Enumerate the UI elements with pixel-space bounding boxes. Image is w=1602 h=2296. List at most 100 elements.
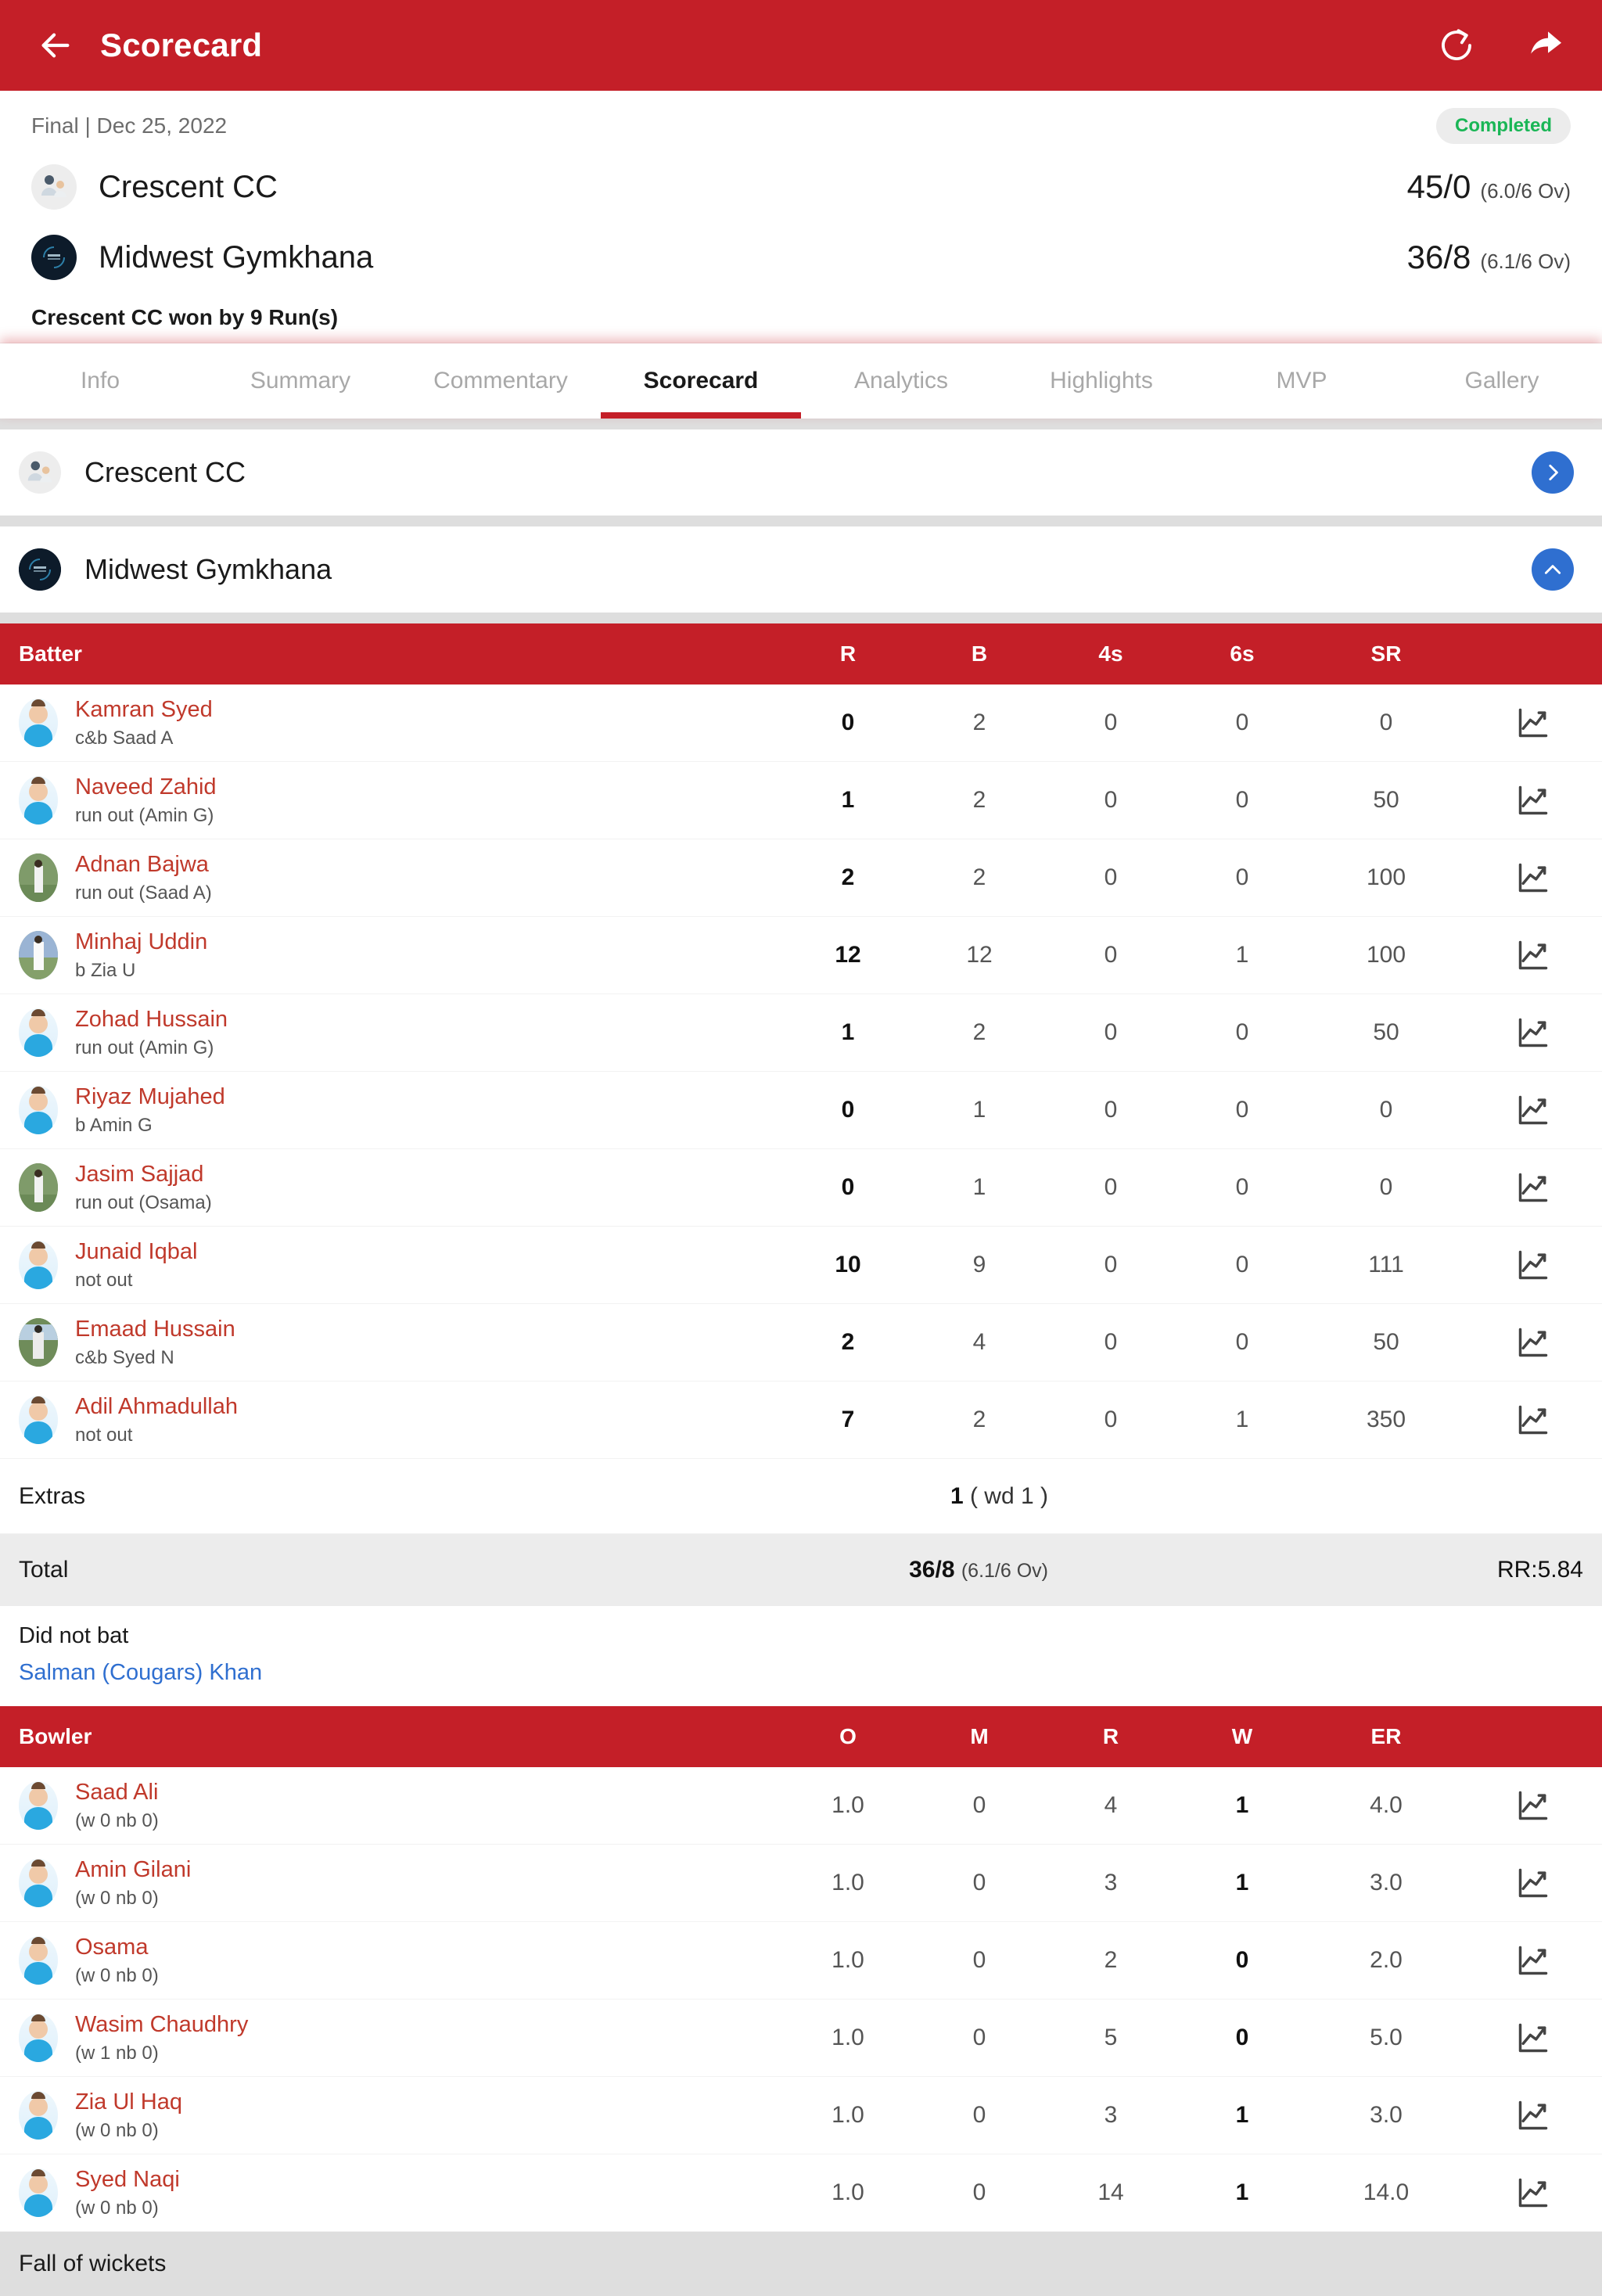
player-chart-button[interactable] <box>1464 1015 1602 1050</box>
batter-cell[interactable]: Naveed Zahid run out (Amin G) <box>0 774 782 827</box>
column-header-balls: B <box>971 641 988 666</box>
player-avatar-icon <box>19 699 58 747</box>
chevron-up-icon[interactable] <box>1532 548 1574 591</box>
batter-cell[interactable]: Minhaj Uddin b Zia U <box>0 929 782 982</box>
tab-highlights[interactable]: Highlights <box>1001 343 1202 419</box>
player-name[interactable]: Emaad Hussain <box>75 1317 235 1342</box>
overs-value: 1.0 <box>832 1947 864 1973</box>
player-name[interactable]: Adil Ahmadullah <box>75 1394 238 1419</box>
bowler-info: Zia Ul Haq (w 0 nb 0) <box>75 2089 182 2142</box>
player-name[interactable]: Zohad Hussain <box>75 1007 228 1032</box>
player-chart-button[interactable] <box>1464 2021 1602 2055</box>
batter-cell[interactable]: Adnan Bajwa run out (Saad A) <box>0 852 782 904</box>
tab-summary[interactable]: Summary <box>200 343 400 419</box>
player-name[interactable]: Naveed Zahid <box>75 774 217 799</box>
tab-bar: Info Summary Commentary Scorecard Analyt… <box>0 343 1602 419</box>
table-row[interactable]: Naveed Zahid run out (Amin G) 1 2 0 0 50 <box>0 762 1602 839</box>
player-name[interactable]: Minhaj Uddin <box>75 929 207 954</box>
runs-value: 3 <box>1104 1870 1118 1895</box>
table-row[interactable]: Kamran Syed c&b Saad A 0 2 0 0 0 <box>0 684 1602 762</box>
tab-mvp[interactable]: MVP <box>1202 343 1402 419</box>
table-row[interactable]: Amin Gilani (w 0 nb 0) 1.0 0 3 1 3.0 <box>0 1845 1602 1922</box>
table-row[interactable]: Wasim Chaudhry (w 1 nb 0) 1.0 0 5 0 5.0 <box>0 2000 1602 2077</box>
tab-scorecard[interactable]: Scorecard <box>601 343 801 419</box>
total-label: Total <box>19 1557 69 1583</box>
player-chart-button[interactable] <box>1464 2176 1602 2210</box>
did-not-bat-label: Did not bat <box>19 1623 129 1648</box>
table-row[interactable]: Osama (w 0 nb 0) 1.0 0 2 0 2.0 <box>0 1922 1602 2000</box>
bowler-cell[interactable]: Zia Ul Haq (w 0 nb 0) <box>0 2089 782 2142</box>
table-row[interactable]: Zohad Hussain run out (Amin G) 1 2 0 0 5… <box>0 994 1602 1072</box>
table-row[interactable]: Saad Ali (w 0 nb 0) 1.0 0 4 1 4.0 <box>0 1767 1602 1845</box>
player-name[interactable]: Wasim Chaudhry <box>75 2012 248 2037</box>
table-row[interactable]: Syed Naqi (w 0 nb 0) 1.0 0 14 1 14.0 <box>0 2154 1602 2232</box>
fours-value: 0 <box>1104 1329 1118 1355</box>
player-name[interactable]: Osama <box>75 1935 148 1960</box>
player-chart-button[interactable] <box>1464 861 1602 895</box>
player-chart-button[interactable] <box>1464 1325 1602 1360</box>
dismissal-text: run out (Amin G) <box>75 804 214 826</box>
player-chart-button[interactable] <box>1464 706 1602 740</box>
player-chart-button[interactable] <box>1464 1943 1602 1978</box>
player-name[interactable]: Kamran Syed <box>75 697 213 722</box>
innings-accordion-crescent[interactable]: Crescent CC <box>0 429 1602 516</box>
bowler-cell[interactable]: Amin Gilani (w 0 nb 0) <box>0 1857 782 1910</box>
batter-cell[interactable]: Kamran Syed c&b Saad A <box>0 697 782 749</box>
sixes-value: 0 <box>1235 1019 1249 1045</box>
share-icon[interactable] <box>1527 27 1564 64</box>
innings-accordion-midwest[interactable]: Midwest Gymkhana <box>0 526 1602 613</box>
refresh-icon[interactable] <box>1438 27 1475 64</box>
fall-of-wickets-section[interactable]: Fall of wickets <box>0 2232 1602 2296</box>
player-chart-button[interactable] <box>1464 1788 1602 1823</box>
table-row[interactable]: Adil Ahmadullah not out 7 2 0 1 350 <box>0 1382 1602 1459</box>
fours-value: 0 <box>1104 942 1118 968</box>
tab-gallery[interactable]: Gallery <box>1402 343 1602 419</box>
player-chart-button[interactable] <box>1464 783 1602 817</box>
player-name[interactable]: Adnan Bajwa <box>75 852 209 877</box>
table-row[interactable]: Adnan Bajwa run out (Saad A) 2 2 0 0 100 <box>0 839 1602 917</box>
batter-cell[interactable]: Jasim Sajjad run out (Osama) <box>0 1162 782 1214</box>
bowler-cell[interactable]: Syed Naqi (w 0 nb 0) <box>0 2167 782 2219</box>
balls-value: 2 <box>972 1407 986 1432</box>
runs-value: 3 <box>1104 2102 1118 2128</box>
did-not-bat-players[interactable]: Salman (Cougars) Khan <box>19 1660 1583 1686</box>
player-chart-button[interactable] <box>1464 1093 1602 1127</box>
table-row[interactable]: Emaad Hussain c&b Syed N 2 4 0 0 50 <box>0 1304 1602 1382</box>
player-chart-button[interactable] <box>1464 938 1602 972</box>
player-name[interactable]: Saad Ali <box>75 1780 158 1805</box>
player-name[interactable]: Jasim Sajjad <box>75 1162 203 1187</box>
table-row[interactable]: Jasim Sajjad run out (Osama) 0 1 0 0 0 <box>0 1149 1602 1227</box>
bowler-cell[interactable]: Osama (w 0 nb 0) <box>0 1935 782 1987</box>
bowler-info: Saad Ali (w 0 nb 0) <box>75 1780 159 1832</box>
player-name[interactable]: Amin Gilani <box>75 1857 191 1882</box>
table-row[interactable]: Junaid Iqbal not out 10 9 0 0 111 <box>0 1227 1602 1304</box>
batter-cell[interactable]: Junaid Iqbal not out <box>0 1239 782 1292</box>
tab-analytics[interactable]: Analytics <box>801 343 1001 419</box>
bowler-cell[interactable]: Saad Ali (w 0 nb 0) <box>0 1780 782 1832</box>
player-name[interactable]: Syed Naqi <box>75 2167 180 2192</box>
column-header-overs: O <box>839 1724 857 1748</box>
batter-cell[interactable]: Zohad Hussain run out (Amin G) <box>0 1007 782 1059</box>
player-chart-button[interactable] <box>1464 1403 1602 1437</box>
batter-cell[interactable]: Adil Ahmadullah not out <box>0 1394 782 1446</box>
tab-commentary[interactable]: Commentary <box>400 343 601 419</box>
table-row[interactable]: Zia Ul Haq (w 0 nb 0) 1.0 0 3 1 3.0 <box>0 2077 1602 2154</box>
player-name[interactable]: Junaid Iqbal <box>75 1239 197 1264</box>
player-chart-button[interactable] <box>1464 1248 1602 1282</box>
player-chart-button[interactable] <box>1464 2098 1602 2133</box>
batter-cell[interactable]: Emaad Hussain c&b Syed N <box>0 1317 782 1369</box>
table-row[interactable]: Minhaj Uddin b Zia U 12 12 0 1 100 <box>0 917 1602 994</box>
column-header-sr: SR <box>1370 641 1402 666</box>
tab-info[interactable]: Info <box>0 343 200 419</box>
bowler-cell[interactable]: Wasim Chaudhry (w 1 nb 0) <box>0 2012 782 2064</box>
batter-cell[interactable]: Riyaz Mujahed b Amin G <box>0 1084 782 1137</box>
player-name[interactable]: Riyaz Mujahed <box>75 1084 225 1109</box>
chevron-right-icon[interactable] <box>1532 451 1574 494</box>
player-name[interactable]: Zia Ul Haq <box>75 2089 182 2115</box>
player-chart-button[interactable] <box>1464 1866 1602 1900</box>
back-icon[interactable] <box>38 27 74 63</box>
run-rate-value: RR:5.84 <box>1496 1557 1583 1583</box>
overs-value: 1.0 <box>832 1792 864 1818</box>
table-row[interactable]: Riyaz Mujahed b Amin G 0 1 0 0 0 <box>0 1072 1602 1149</box>
player-chart-button[interactable] <box>1464 1170 1602 1205</box>
